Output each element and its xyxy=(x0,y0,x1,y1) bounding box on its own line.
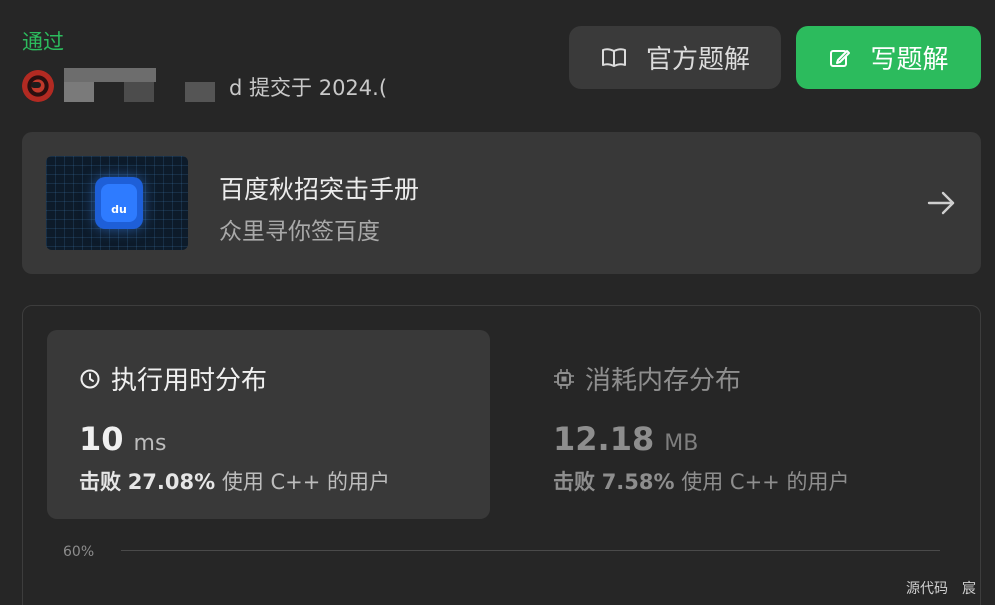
promo-title: 百度秋招突击手册 xyxy=(219,175,420,204)
footer-extra: 宸 xyxy=(962,581,976,597)
write-solution-label: 写题解 xyxy=(870,45,949,75)
promo-thumbnail: du xyxy=(46,156,188,250)
official-solution-button[interactable]: 官方题解 xyxy=(569,26,781,89)
runtime-beat: 击败 27.08% 使用 C++ 的用户 xyxy=(79,470,391,494)
book-icon xyxy=(601,47,626,67)
edit-icon xyxy=(830,49,851,67)
chart-axis-label: 60% xyxy=(63,544,95,560)
memory-beat: 击败 7.58% 使用 C++ 的用户 xyxy=(553,470,850,494)
status-label: 通过 xyxy=(22,30,64,54)
memory-header: 消耗内存分布 xyxy=(553,360,741,397)
runtime-title: 执行用时分布 xyxy=(111,366,268,396)
write-solution-button[interactable]: 写题解 xyxy=(796,26,981,89)
runtime-card[interactable]: 执行用时分布 10 ms 击败 27.08% 使用 C++ 的用户 xyxy=(47,330,490,519)
official-solution-label: 官方题解 xyxy=(645,45,750,75)
runtime-value: 10 xyxy=(79,420,124,458)
username-visible: d xyxy=(229,76,243,100)
chart-gridline xyxy=(121,550,940,551)
runtime-unit: ms xyxy=(133,431,167,456)
chip-icon xyxy=(554,368,574,389)
runtime-beat-percent: 27.08% xyxy=(127,470,216,494)
baidu-logo-icon: du xyxy=(95,177,143,229)
memory-card[interactable]: 消耗内存分布 12.18 MB 击败 7.58% 使用 C++ 的用户 xyxy=(521,330,964,519)
memory-beat-percent: 7.58% xyxy=(601,470,675,494)
time-mosaic xyxy=(362,58,512,112)
promo-banner[interactable]: du 百度秋招突击手册 众里寻你签百度 xyxy=(22,132,981,274)
performance-panel: 执行用时分布 10 ms 击败 27.08% 使用 C++ 的用户 消耗内存分布… xyxy=(22,305,981,605)
footer-bar: 源代码 宸 xyxy=(906,578,976,598)
clock-icon xyxy=(80,369,100,388)
memory-title: 消耗内存分布 xyxy=(585,366,742,396)
memory-unit: MB xyxy=(664,431,699,456)
source-code-link[interactable]: 源代码 xyxy=(906,578,948,598)
submission-info: d 提交于 2024.( xyxy=(22,68,387,104)
arrow-right-icon[interactable] xyxy=(925,187,957,219)
runtime-header: 执行用时分布 xyxy=(79,360,267,397)
promo-subtitle: 众里寻你签百度 xyxy=(219,219,380,245)
memory-value: 12.18 xyxy=(553,420,655,458)
